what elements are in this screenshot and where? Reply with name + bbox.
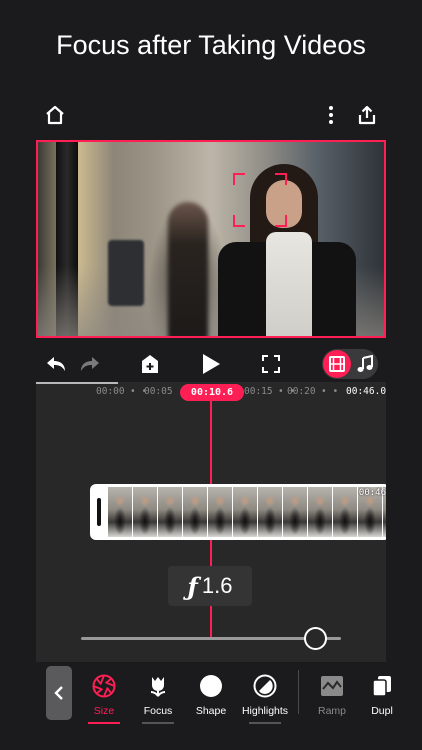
more-options-button[interactable] (316, 100, 346, 130)
tool-ramp[interactable]: Ramp (304, 672, 360, 724)
video-preview[interactable] (36, 140, 386, 338)
aperture-symbol: ƒ (187, 571, 198, 601)
current-time-badge: 00:10.6 (180, 384, 244, 401)
ruler-end-time: 00:46.0 (346, 386, 386, 397)
undo-icon (47, 357, 65, 371)
timeline-panel[interactable]: 00:00 • • 00:05 00:15 • • 00:20 • • 00:4… (36, 382, 386, 662)
ramp-icon (321, 676, 343, 696)
clip-trim-handle[interactable] (97, 498, 101, 526)
fullscreen-button[interactable] (258, 348, 284, 380)
tool-highlights-label: Highlights (241, 705, 289, 717)
share-button[interactable] (352, 100, 382, 130)
media-mode-toggle[interactable] (322, 349, 378, 379)
aperture-slider-track[interactable] (81, 637, 341, 640)
more-vertical-icon (329, 106, 333, 124)
add-clip-button[interactable] (138, 348, 162, 380)
ruler-tick-15: 00:15 (244, 386, 273, 397)
highlights-icon (253, 674, 277, 698)
video-mode-button[interactable] (323, 350, 351, 378)
video-clip[interactable]: 00:46 (90, 484, 386, 540)
tool-size-label: Size (93, 705, 115, 717)
redo-icon (81, 357, 99, 371)
tulip-focus-icon (150, 677, 166, 697)
tool-focus-label: Focus (143, 705, 173, 717)
ruler-dot: • • (321, 386, 339, 397)
focus-box[interactable] (233, 173, 287, 227)
playback-progress (36, 382, 118, 384)
toolbar-divider (298, 670, 299, 714)
clip-thumbnails (108, 487, 386, 537)
back-button[interactable] (46, 666, 72, 720)
play-icon (203, 354, 220, 374)
redo-button[interactable] (78, 348, 102, 380)
add-clip-icon (142, 355, 158, 373)
tool-duplicate-label: Dupl (371, 705, 393, 717)
playback-controls (36, 348, 386, 380)
undo-button[interactable] (44, 348, 68, 380)
tool-highlights[interactable]: Highlights (237, 672, 293, 724)
subject-shirt (266, 232, 312, 336)
audio-mode-button[interactable] (352, 350, 378, 378)
aperture-icon (92, 674, 116, 698)
top-bar (36, 100, 386, 130)
duplicate-icon (372, 676, 391, 697)
ruler-tick-0: 00:00 (96, 386, 125, 397)
circle-shape-icon (200, 675, 222, 697)
tool-shape[interactable]: Shape (183, 672, 239, 724)
music-note-icon (357, 355, 373, 372)
tool-shape-label: Shape (195, 705, 227, 717)
subject-jacket-right (310, 242, 356, 336)
chevron-left-icon (54, 686, 63, 700)
headline: Focus after Taking Videos (56, 30, 366, 60)
aperture-value: 1.6 (201, 573, 233, 598)
trash-bin (108, 240, 144, 306)
fullscreen-icon (262, 355, 280, 373)
aperture-readout: ƒ 1.6 (168, 566, 252, 606)
tool-size[interactable]: Size (76, 672, 132, 724)
ruler-tick-5: 00:05 (144, 386, 173, 397)
tool-focus[interactable]: Focus (130, 672, 186, 724)
tool-bar: Size Focus Shape Highlights Ramp Dupl (36, 662, 393, 730)
background-person (168, 202, 208, 336)
tool-duplicate[interactable]: Dupl (354, 672, 410, 724)
aperture-slider-thumb[interactable] (304, 627, 327, 650)
ruler-tick-20: 00:20 (287, 386, 316, 397)
home-icon (46, 105, 64, 125)
share-icon (358, 105, 376, 125)
clip-duration: 00:46 (358, 488, 386, 498)
film-icon (329, 356, 345, 372)
home-button[interactable] (40, 100, 70, 130)
tool-ramp-label: Ramp (317, 705, 346, 717)
play-button[interactable] (198, 348, 224, 380)
subject-jacket-left (218, 242, 270, 336)
